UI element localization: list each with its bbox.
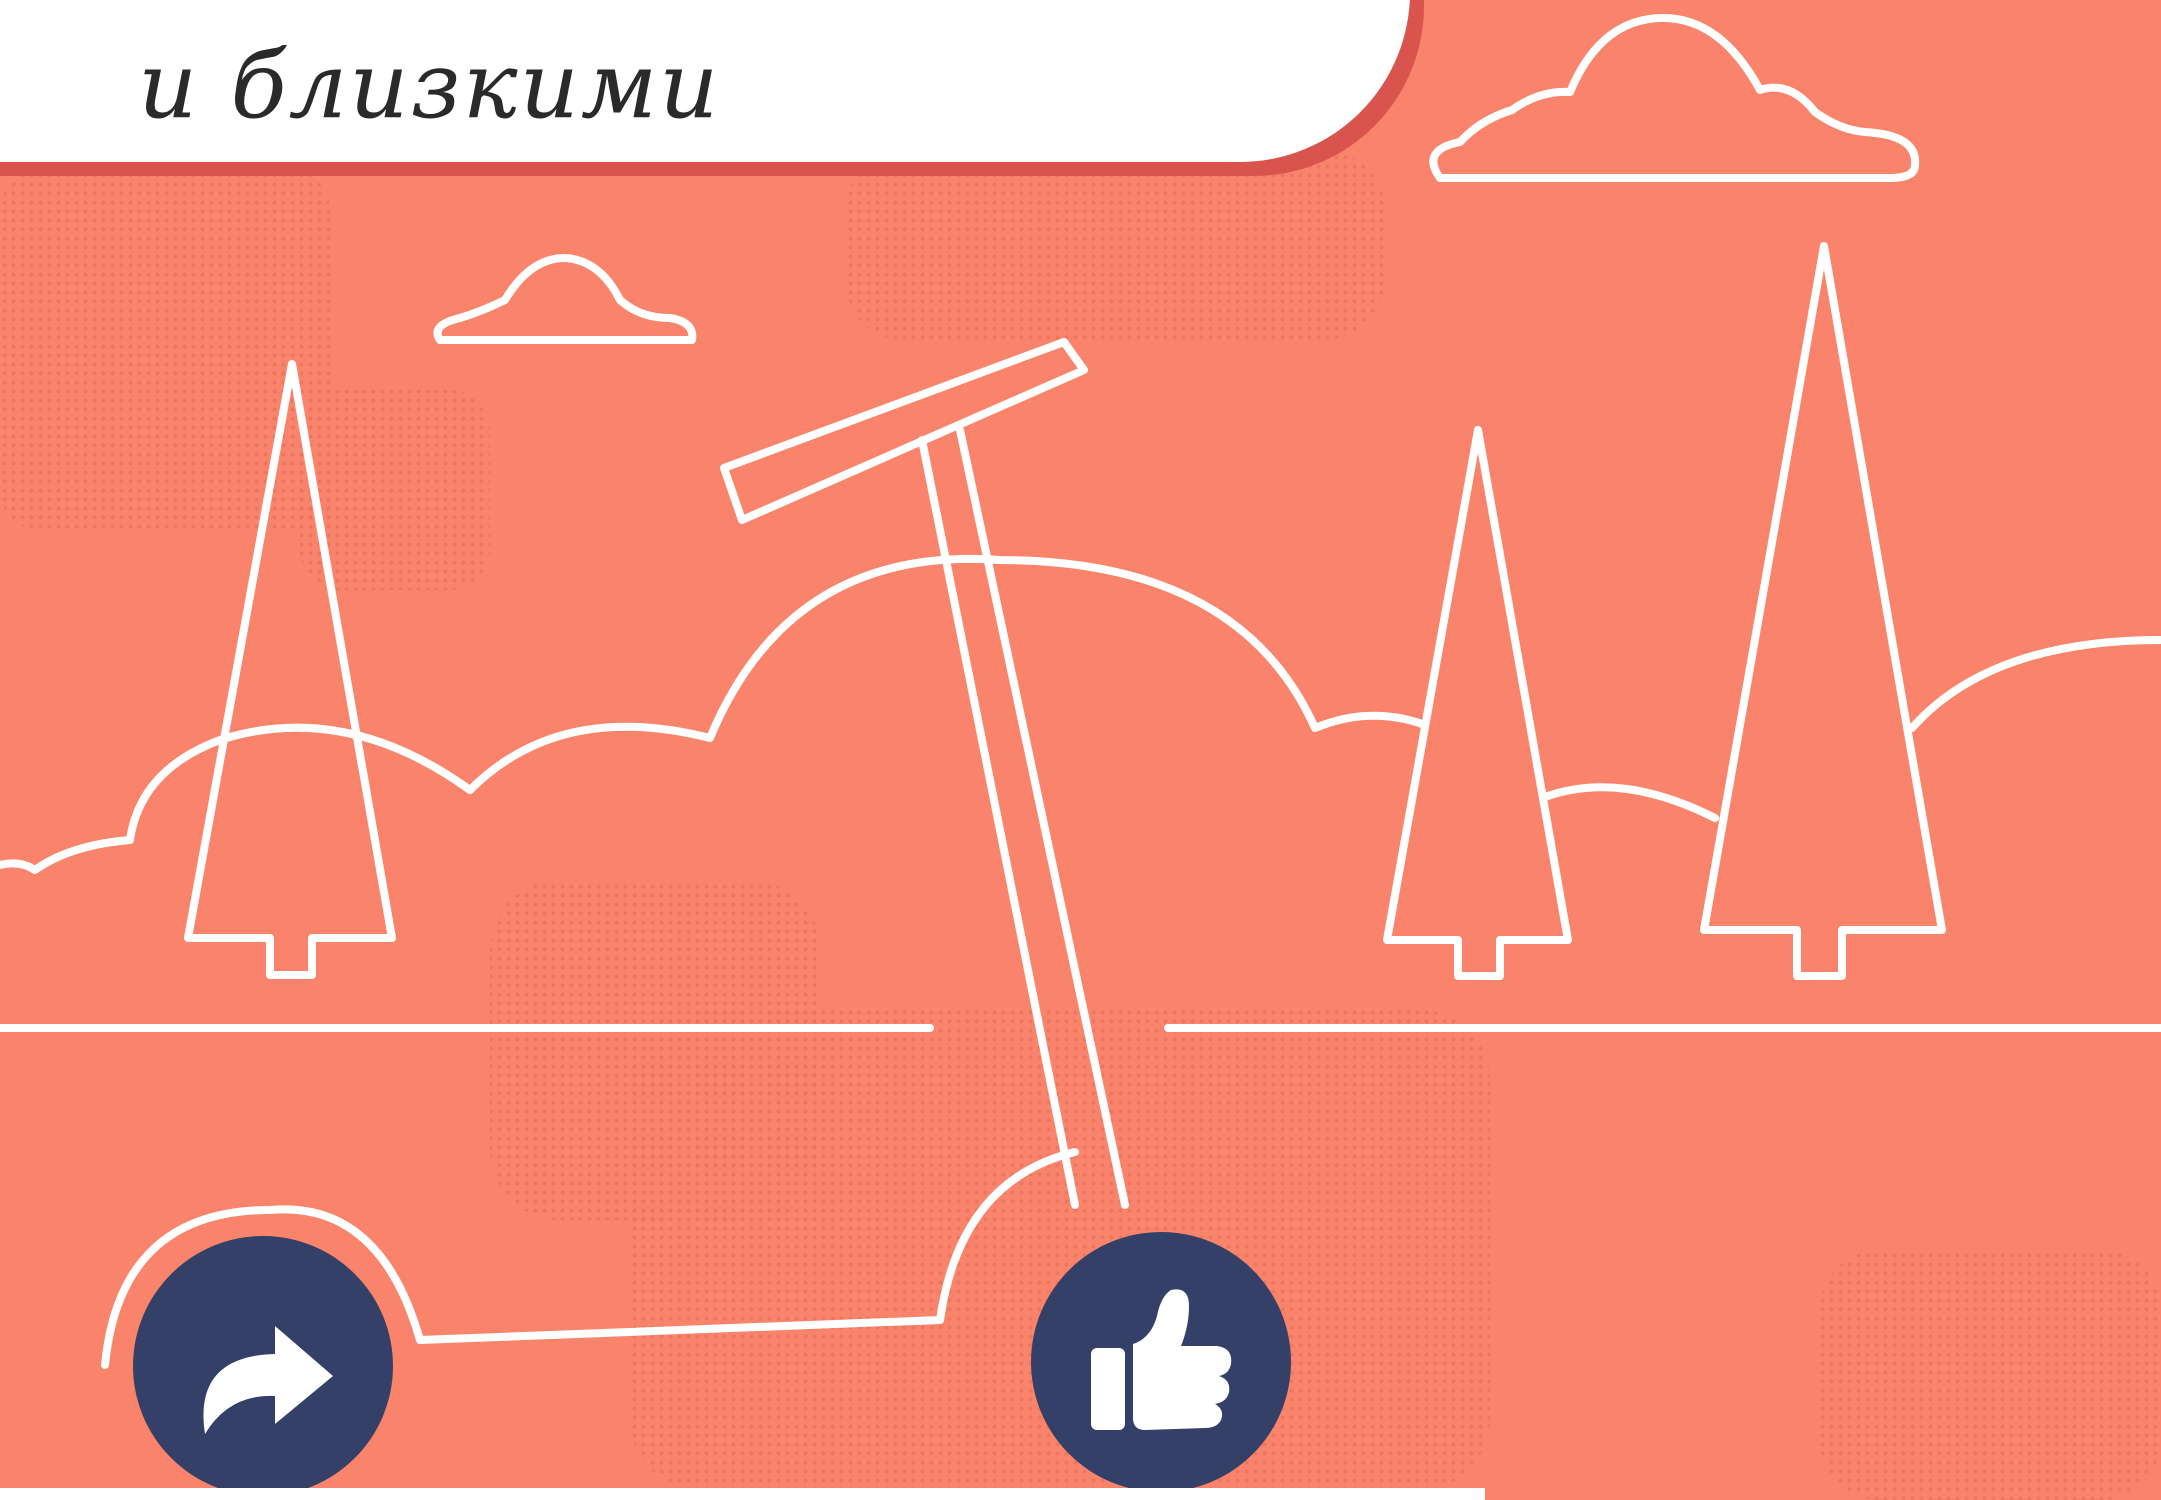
- bottom-strip: [0, 1488, 1485, 1500]
- tree-right: [1700, 242, 1946, 980]
- title-text: и близкими: [138, 32, 721, 139]
- share-button[interactable]: [133, 1236, 393, 1496]
- hills-outline: [0, 555, 1429, 874]
- title-card: и близкими: [0, 0, 1410, 162]
- tree-middle: [1383, 426, 1572, 980]
- cloud-large: [1429, 13, 1920, 182]
- thumbs-up-icon: [1091, 1289, 1232, 1430]
- like-button[interactable]: [1031, 1232, 1291, 1492]
- share-arrow-icon: [203, 1326, 333, 1434]
- scooter-handlebar: [720, 338, 1088, 524]
- cloud-small: [433, 254, 697, 344]
- hill-far-right: [1908, 636, 2161, 732]
- hill-right-mid: [1541, 783, 1719, 822]
